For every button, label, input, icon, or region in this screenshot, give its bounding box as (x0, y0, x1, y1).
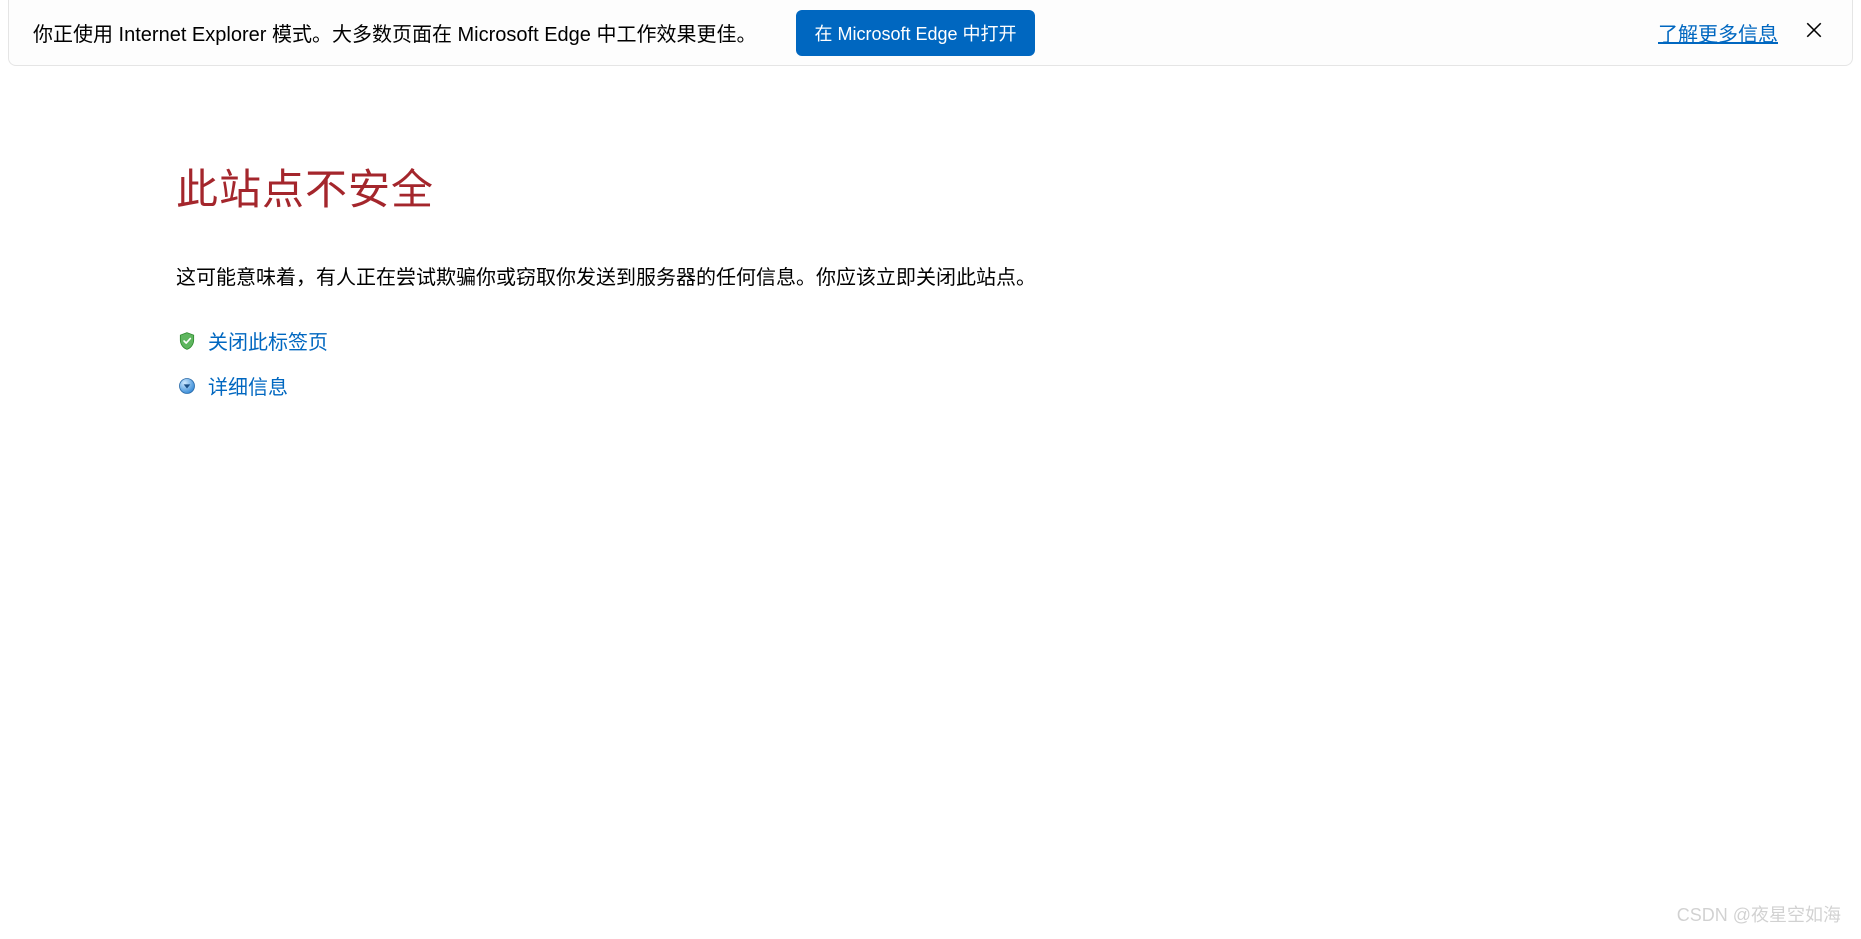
error-headline: 此站点不安全 (176, 156, 1861, 217)
close-infobar-button[interactable] (1796, 15, 1832, 51)
close-tab-link[interactable]: 关闭此标签页 (208, 326, 328, 355)
watermark-text: CSDN @夜星空如海 (1677, 901, 1841, 927)
details-row: 详细信息 (176, 371, 1861, 400)
infobar-message: 你正使用 Internet Explorer 模式。大多数页面在 Microso… (33, 18, 756, 47)
open-in-edge-button[interactable]: 在 Microsoft Edge 中打开 (796, 10, 1034, 56)
details-link[interactable]: 详细信息 (208, 371, 288, 400)
security-error-page: 此站点不安全 这可能意味着，有人正在尝试欺骗你或窃取你发送到服务器的任何信息。你… (0, 66, 1861, 400)
close-icon (1805, 21, 1823, 44)
error-description: 这可能意味着，有人正在尝试欺骗你或窃取你发送到服务器的任何信息。你应该立即关闭此… (176, 261, 1861, 290)
ie-mode-infobar: 你正使用 Internet Explorer 模式。大多数页面在 Microso… (8, 0, 1853, 66)
learn-more-link[interactable]: 了解更多信息 (1658, 18, 1778, 47)
close-tab-row: 关闭此标签页 (176, 326, 1861, 355)
expand-circle-icon (176, 375, 198, 397)
shield-check-icon (176, 330, 198, 352)
